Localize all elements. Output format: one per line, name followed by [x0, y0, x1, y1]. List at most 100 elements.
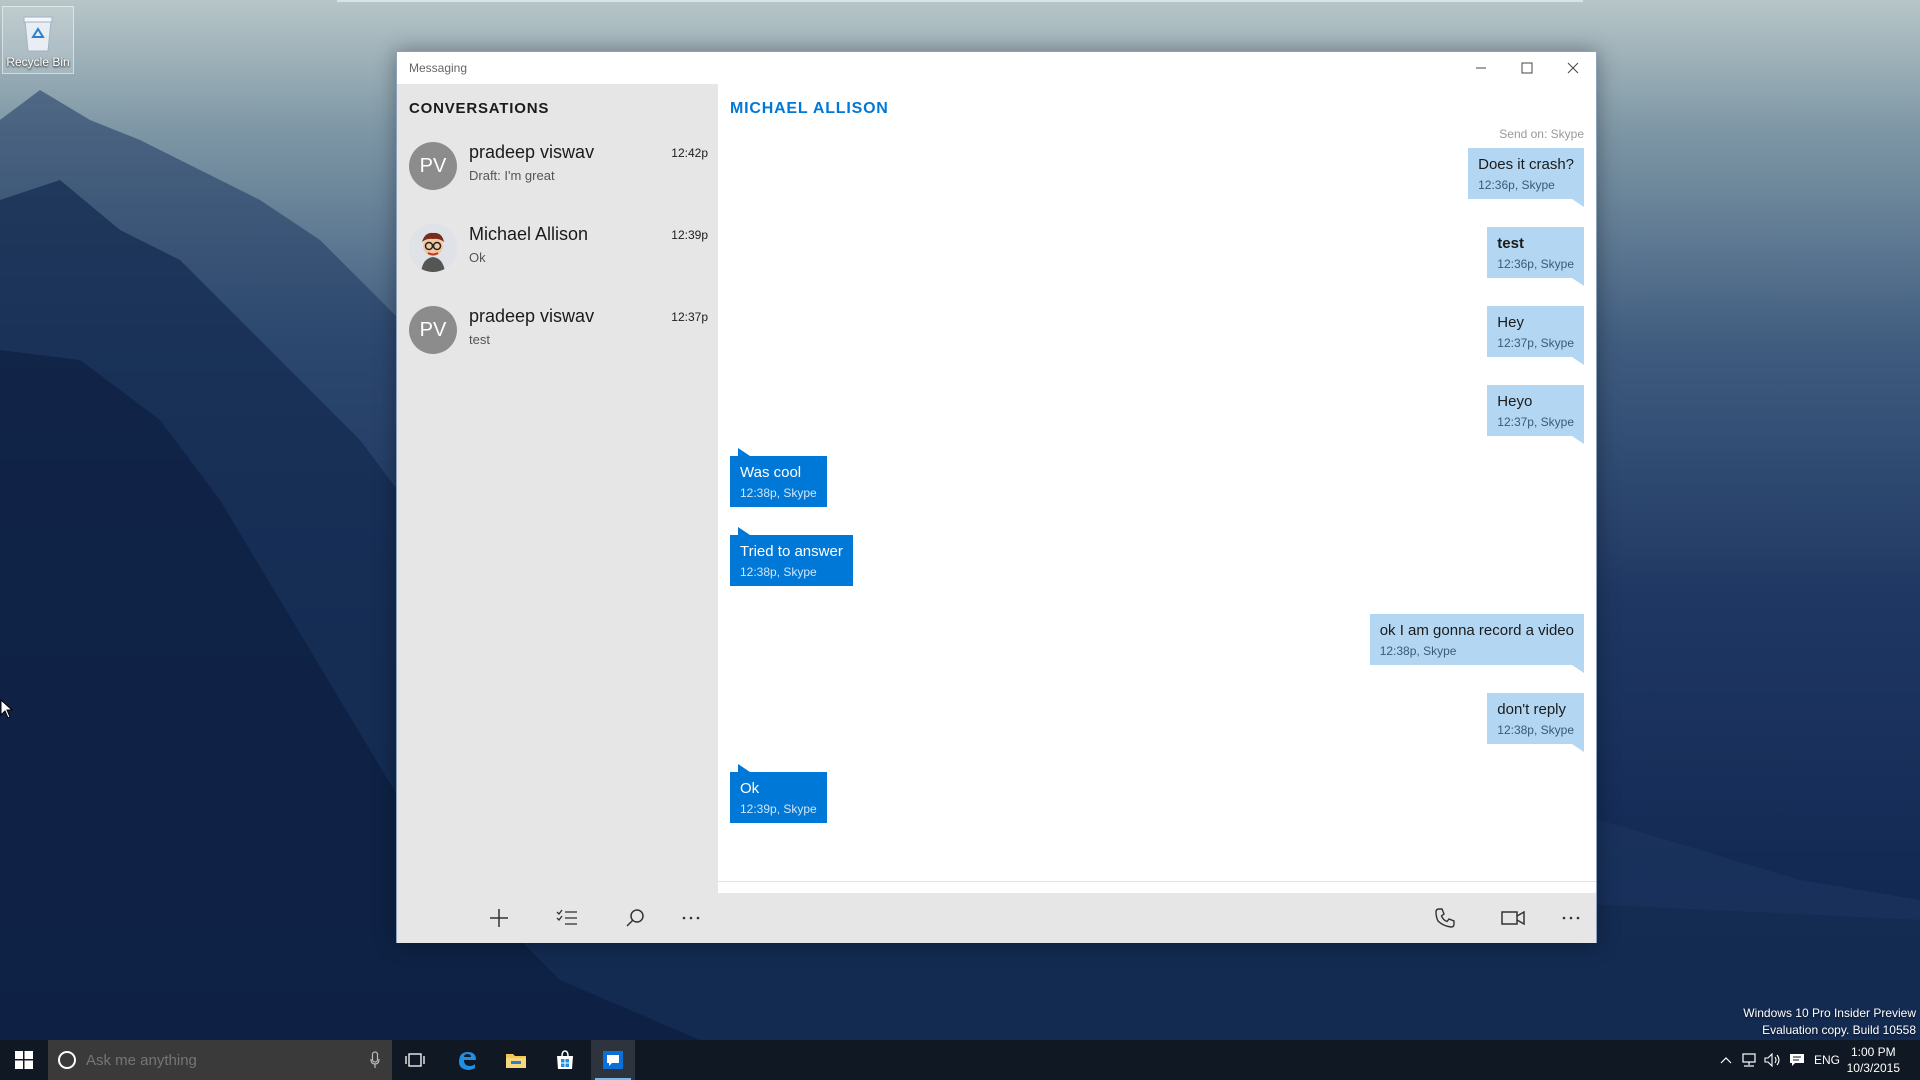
message-text: Tried to answer [740, 543, 843, 560]
select-button[interactable] [555, 906, 579, 930]
language-indicator: ENG [1813, 1053, 1840, 1067]
messaging-window: Messaging CONVERSATIONS PV pradeep viswa… [396, 51, 1597, 943]
watermark-build: Evaluation copy. Build 10558 [1762, 1023, 1916, 1037]
message-text: Hey [1497, 314, 1524, 331]
cartoon-avatar-icon [409, 224, 457, 272]
windows-watermark: Windows 10 Pro Insider Preview Evaluatio… [1743, 1005, 1916, 1039]
avatar: PV [409, 306, 457, 354]
window-title: Messaging [409, 61, 468, 75]
task-view-button[interactable] [395, 1040, 435, 1080]
taskbar-edge[interactable] [445, 1040, 489, 1080]
mouse-cursor-icon [0, 699, 14, 719]
store-icon [557, 1050, 573, 1069]
message-meta: 12:38p, Skype [740, 486, 817, 500]
taskbar-messaging[interactable] [591, 1040, 635, 1080]
minimize-icon [1476, 67, 1486, 69]
message-text: test [1497, 235, 1524, 252]
cortana-search-input[interactable] [86, 1046, 346, 1074]
message-bubble-received[interactable]: Ok 12:39p, Skype [730, 764, 827, 823]
minimize-button[interactable] [1458, 52, 1504, 84]
message-bubble-sent[interactable]: Hey 12:37p, Skype [1487, 306, 1584, 365]
close-icon [1567, 62, 1579, 74]
action-center-button[interactable] [1786, 1040, 1808, 1080]
message-text: Was cool [740, 464, 802, 481]
message-text: Heyo [1497, 393, 1533, 410]
chat-more-options-button[interactable] [1559, 906, 1583, 930]
show-hidden-icons-button[interactable] [1716, 1040, 1736, 1080]
conversation-time: 12:37p [671, 310, 708, 324]
folder-icon [506, 1054, 526, 1068]
message-meta: 12:38p, Skype [740, 565, 817, 579]
taskbar-store[interactable] [543, 1040, 587, 1080]
volume-button[interactable] [1762, 1040, 1784, 1080]
more-options-button[interactable] [679, 906, 703, 930]
conversation-preview: Draft: I'm great [469, 168, 555, 183]
more-icon [682, 916, 700, 920]
recycle-bin-shortcut[interactable]: Recycle Bin [2, 6, 74, 74]
network-button[interactable] [1738, 1040, 1760, 1080]
conversation-item[interactable]: PV pradeep viswav test 12:37p [397, 306, 718, 388]
recycle-bin-label: Recycle Bin [6, 55, 70, 69]
call-button[interactable] [1433, 906, 1457, 930]
title-bar[interactable]: Messaging [397, 52, 1596, 84]
clock-time: 1:00 PM [1850, 1045, 1896, 1059]
cortana-icon [58, 1051, 76, 1069]
microphone-icon[interactable] [370, 1051, 380, 1069]
edge-browser-icon [459, 1052, 476, 1070]
select-list-icon [556, 909, 577, 925]
windows-logo-icon [15, 1051, 33, 1069]
messaging-app-icon [603, 1051, 623, 1069]
message-bubble-sent[interactable]: test 12:36p, Skype [1487, 227, 1584, 286]
call-icon [1435, 908, 1455, 928]
top-window-edge [337, 0, 1583, 2]
conversation-name: pradeep viswav [469, 142, 595, 162]
conversation-preview: Ok [469, 250, 486, 265]
conversations-pane: CONVERSATIONS PV pradeep viswav Draft: I… [397, 84, 718, 893]
cortana-search-box[interactable] [48, 1040, 392, 1080]
action-center-icon [1790, 1054, 1804, 1066]
watermark-edition: Windows 10 Pro Insider Preview [1743, 1006, 1916, 1020]
chat-pane: MICHAEL ALLISON Send on: Skype Does it c… [718, 84, 1596, 925]
video-call-icon [1501, 910, 1525, 926]
send-on-selector[interactable]: Send on: Skype [1499, 127, 1584, 141]
message-bubble-sent[interactable]: don't reply 12:38p, Skype [1487, 693, 1584, 752]
clock-date: 10/3/2015 [1846, 1061, 1900, 1075]
message-bubble-received[interactable]: Was cool 12:38p, Skype [730, 448, 827, 507]
message-meta: 12:39p, Skype [740, 802, 817, 816]
conversation-item[interactable]: Michael Allison Ok 12:39p [397, 224, 718, 306]
conversations-heading: CONVERSATIONS [409, 100, 550, 117]
video-call-button[interactable] [1501, 906, 1525, 930]
message-bubble-sent[interactable]: Heyo 12:37p, Skype [1487, 385, 1584, 444]
message-meta: 12:38p, Skype [1497, 723, 1574, 737]
message-meta: 12:37p, Skype [1497, 336, 1574, 350]
conversation-preview: test [469, 332, 490, 347]
new-conversation-button[interactable] [487, 906, 511, 930]
app-bar [397, 893, 1596, 943]
taskbar-file-explorer[interactable] [494, 1040, 538, 1080]
conversation-time: 12:42p [671, 146, 708, 160]
maximize-button[interactable] [1504, 52, 1550, 84]
conversation-time: 12:39p [671, 228, 708, 242]
avatar-initials: PV [419, 318, 447, 341]
conversation-item[interactable]: PV pradeep viswav Draft: I'm great 12:42… [397, 142, 718, 224]
avatar-initials: PV [419, 154, 447, 177]
close-button[interactable] [1550, 52, 1596, 84]
message-text: Does it crash? [1478, 156, 1574, 173]
message-bubble-sent[interactable]: ok I am gonna record a video 12:38p, Sky… [1369, 614, 1585, 673]
avatar [409, 224, 457, 272]
network-icon [1742, 1053, 1756, 1067]
search-button[interactable] [623, 906, 647, 930]
more-icon [1562, 916, 1580, 920]
message-bubble-sent[interactable]: Does it crash? 12:36p, Skype [1468, 148, 1584, 207]
message-bubble-received[interactable]: Tried to answer 12:38p, Skype [730, 527, 853, 586]
avatar: PV [409, 142, 457, 190]
message-text: don't reply [1497, 701, 1567, 718]
message-meta: 12:36p, Skype [1497, 257, 1574, 271]
volume-icon [1764, 1053, 1780, 1067]
taskbar: ENG 1:00 PM 10/3/2015 [0, 1040, 1920, 1080]
input-language-button[interactable]: ENG [1810, 1040, 1844, 1080]
message-text: Ok [740, 780, 760, 797]
start-button[interactable] [0, 1040, 48, 1080]
message-meta: 12:37p, Skype [1497, 415, 1574, 429]
clock[interactable]: 1:00 PM 10/3/2015 [1847, 1044, 1900, 1076]
